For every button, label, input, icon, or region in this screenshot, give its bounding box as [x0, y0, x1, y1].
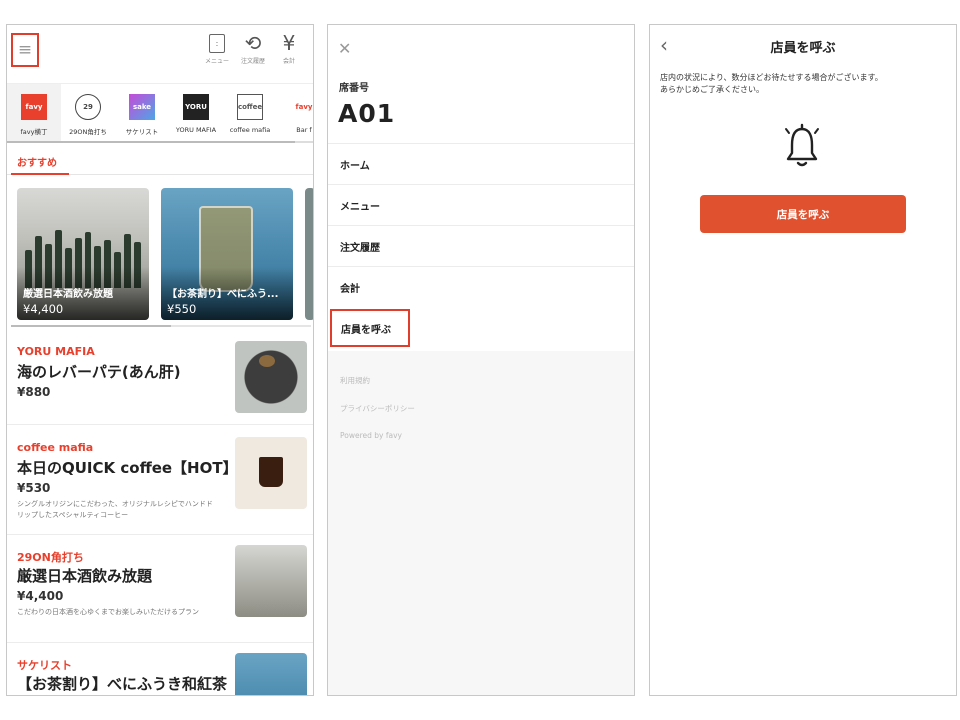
menu-item[interactable]: サケリスト 【お茶割り】べにふうき和紅茶 [7, 645, 313, 695]
shop-logo: YORU [183, 94, 209, 120]
seat-number: A01 [338, 99, 396, 128]
nav-item-call-staff[interactable]: 店員を呼ぶ [330, 309, 410, 347]
shop-tab-coffee-mafia[interactable]: coffee coffee mafia [223, 84, 277, 143]
item-thumbnail [235, 653, 307, 695]
call-staff-button[interactable]: 店員を呼ぶ [700, 195, 906, 233]
carousel-card[interactable]: 【お茶割り】べにふう... ¥550 [161, 188, 293, 320]
menu-item[interactable]: 29ON角打ち 厳選日本酒飲み放題 ¥4,400 こだわりの日本酒を心ゆくまでお… [7, 537, 313, 643]
shop-name: coffee mafia [229, 126, 271, 134]
item-thumbnail [235, 341, 307, 413]
item-title: 厳選日本酒飲み放題 [17, 567, 153, 585]
carousel-card[interactable]: 厳選日本酒飲み放題 ¥4,400 [17, 188, 149, 320]
header-icons: : メニュー ⟲ 注文履歴 ¥ 会計 [199, 31, 307, 65]
hamburger-icon: ≡ [17, 39, 33, 60]
page-title: 店員を呼ぶ [770, 41, 836, 56]
menu-nav-label: メニュー [204, 58, 229, 65]
shop-logo: favy [295, 103, 313, 111]
item-shop: 29ON角打ち [17, 551, 84, 564]
notice-line-2: あらかじめご了承ください。 [660, 85, 764, 94]
carousel-card-partial[interactable] [305, 188, 313, 320]
shop-tab-yoru-mafia[interactable]: YORU YORU MAFIA [169, 84, 223, 143]
item-price: ¥4,400 [17, 589, 64, 603]
notice-line-1: 店内の状況により、数分ほどお待たせする場合がございます。 [660, 73, 883, 82]
menu-book-icon: : [209, 33, 225, 53]
item-shop: YORU MAFIA [17, 345, 95, 358]
shop-logo: sake [129, 94, 155, 120]
item-description: シングルオリジンにこだわった、オリジナルレシピでハンドドリップしたスペシャルティ… [17, 500, 213, 519]
side-nav: ホーム メニュー 注文履歴 会計 店員を呼ぶ [328, 143, 634, 347]
item-shop: coffee mafia [17, 441, 94, 454]
nav-item-checkout[interactable]: 会計 [328, 266, 634, 307]
menu-item[interactable]: YORU MAFIA 海のレバーパテ(あん肝) ¥880 [7, 333, 313, 425]
item-title: 【お茶割り】べにふうき和紅茶 [17, 675, 228, 693]
section-tabs: おすすめ [7, 145, 313, 175]
item-title: 海のレバーパテ(あん肝) [17, 363, 181, 381]
item-price: ¥530 [17, 481, 51, 495]
order-history-nav-label: 注文履歴 [240, 58, 265, 65]
menu-item[interactable]: coffee mafia 本日のQUICK coffee【HOT】 ¥530 シ… [7, 429, 313, 535]
recommended-carousel: 厳選日本酒飲み放題 ¥4,400 【お茶割り】べにふう... ¥550 [17, 188, 313, 320]
shop-name: サケリスト [125, 128, 159, 136]
shop-name: Bar f [296, 126, 312, 134]
nav-item-menu[interactable]: メニュー [328, 184, 634, 225]
item-thumbnail [235, 437, 307, 509]
history-icon: ⟲ [244, 31, 262, 55]
menu-nav-button[interactable]: : メニュー [199, 31, 235, 65]
hamburger-menu-button[interactable]: ≡ [11, 33, 39, 67]
nav-item-home[interactable]: ホーム [328, 143, 634, 184]
shop-logo: favy [21, 94, 47, 120]
carousel-item-price: ¥4,400 [23, 302, 64, 316]
app-home-screen: ≡ : メニュー ⟲ 注文履歴 ¥ 会計 favy favy横丁 29 29ON… [6, 24, 314, 696]
shop-logo: 29 [75, 94, 101, 120]
checkout-nav-label: 会計 [282, 58, 295, 65]
shop-scrollbar[interactable] [7, 141, 313, 143]
checkout-nav-button[interactable]: ¥ 会計 [271, 31, 307, 65]
tab-recommended[interactable]: おすすめ [17, 154, 57, 169]
carousel-item-name: 厳選日本酒飲み放題 [23, 289, 113, 300]
terms-link[interactable]: 利用規約 [340, 375, 370, 386]
carousel-item-name: 【お茶割り】べにふう... [167, 289, 279, 300]
bell-icon [785, 123, 819, 167]
close-icon[interactable]: ✕ [338, 39, 351, 58]
nav-item-order-history[interactable]: 注文履歴 [328, 225, 634, 266]
shop-tab-29on[interactable]: 29 29ON角打ち [61, 84, 115, 143]
shop-tab-favy[interactable]: favy favy横丁 [7, 84, 61, 143]
item-description: こだわりの日本酒を心ゆくまでお楽しみいただけるプラン [17, 608, 199, 616]
shop-logo: coffee [237, 94, 263, 120]
shop-tab-sakelist[interactable]: sake サケリスト [115, 84, 169, 143]
item-shop: サケリスト [17, 659, 72, 672]
powered-by-link[interactable]: Powered by favy [340, 431, 402, 440]
yen-icon: ¥ [282, 31, 296, 55]
tab-underline [11, 173, 69, 175]
carousel-scrollbar[interactable] [11, 325, 311, 327]
order-history-nav-button[interactable]: ⟲ 注文履歴 [235, 31, 271, 65]
shop-selector: favy favy横丁 29 29ON角打ち sake サケリスト YORU Y… [7, 83, 313, 143]
item-thumbnail [235, 545, 307, 617]
shop-name: favy横丁 [20, 128, 48, 136]
shop-tab-bar[interactable]: favy Bar f [277, 84, 313, 143]
shop-name: YORU MAFIA [175, 126, 217, 134]
side-menu-screen: ✕ 席番号 A01 ホーム メニュー 注文履歴 会計 店員を呼ぶ 利用規約 プラ… [327, 24, 635, 696]
privacy-policy-link[interactable]: プライバシーポリシー [340, 403, 415, 414]
seat-label: 席番号 [339, 83, 369, 94]
carousel-item-price: ¥550 [167, 302, 197, 316]
footer-area: 利用規約 プライバシーポリシー Powered by favy [328, 351, 634, 695]
item-price: ¥880 [17, 385, 51, 399]
notice-message: 店内の状況により、数分ほどお待たせする場合がございます。 あらかじめご了承くださ… [660, 72, 952, 96]
call-staff-screen: ‹ 店員を呼ぶ 店内の状況により、数分ほどお待たせする場合がございます。 あらか… [649, 24, 957, 696]
shop-name: 29ON角打ち [69, 128, 107, 136]
item-title: 本日のQUICK coffee【HOT】 [17, 459, 238, 477]
